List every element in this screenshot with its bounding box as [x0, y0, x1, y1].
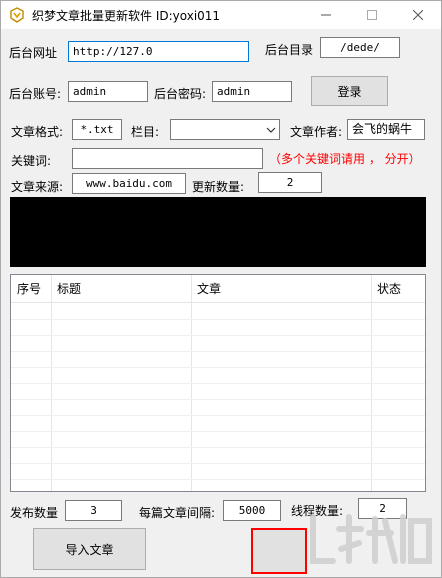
author-label: 文章作者:: [290, 125, 343, 139]
password-label: 后台密码:: [154, 87, 207, 101]
start-button[interactable]: [251, 528, 307, 574]
account-label: 后台账号:: [9, 87, 62, 101]
interval-label: 每篇文章间隔:: [139, 506, 216, 520]
update-count-label: 更新数量:: [192, 180, 245, 194]
source-input[interactable]: www.baidu.com: [72, 173, 186, 194]
grid-line: [11, 399, 425, 400]
title-bar: 织梦文章批量更新软件 ID:yoxi011: [1, 1, 441, 29]
site-url-input[interactable]: http://127.0: [68, 41, 249, 62]
grid-line: [11, 351, 425, 352]
interval-input[interactable]: 5000: [223, 500, 281, 521]
keywords-label: 关键词:: [11, 154, 52, 168]
grid-line: [11, 383, 425, 384]
log-output-area[interactable]: [10, 197, 426, 267]
account-input[interactable]: admin: [68, 81, 148, 102]
format-input[interactable]: *.txt: [72, 119, 122, 140]
close-icon: [413, 10, 423, 20]
grid-line: [11, 431, 425, 432]
grid-line: [11, 367, 425, 368]
column-label: 栏目:: [131, 125, 160, 139]
column-header-title[interactable]: 标题: [51, 275, 191, 303]
maximize-icon: [367, 10, 377, 20]
grid-line: [11, 415, 425, 416]
app-window: 织梦文章批量更新软件 ID:yoxi011 后台网址 http://127.0 …: [0, 0, 442, 578]
update-count-input[interactable]: 2: [258, 172, 322, 193]
threads-input[interactable]: 2: [358, 498, 407, 519]
keywords-input[interactable]: [72, 148, 263, 169]
column-select[interactable]: [170, 119, 280, 140]
app-logo-icon: [9, 7, 25, 23]
minimize-icon: [321, 14, 331, 16]
grid-line: [11, 319, 425, 320]
site-url-label: 后台网址: [9, 46, 58, 60]
column-header-article[interactable]: 文章: [191, 275, 371, 303]
chevron-down-icon: [266, 124, 276, 138]
password-input[interactable]: admin: [212, 81, 292, 102]
minimize-button[interactable]: [303, 1, 349, 29]
grid-line: [11, 335, 425, 336]
format-label: 文章格式:: [11, 125, 64, 139]
grid-line: [11, 447, 425, 448]
import-articles-button[interactable]: 导入文章: [33, 528, 146, 570]
column-header-index[interactable]: 序号: [11, 275, 51, 303]
table-header: 序号 标题 文章 状态: [11, 275, 425, 303]
article-table[interactable]: 序号 标题 文章 状态: [10, 274, 426, 492]
author-input[interactable]: 会飞的蜗牛: [347, 119, 425, 140]
admin-dir-label: 后台目录: [265, 43, 314, 57]
column-header-status[interactable]: 状态: [371, 275, 425, 303]
maximize-button[interactable]: [349, 1, 395, 29]
admin-dir-input[interactable]: /dede/: [320, 37, 400, 58]
grid-line: [11, 479, 425, 480]
window-title: 织梦文章批量更新软件 ID:yoxi011: [32, 9, 221, 23]
login-button[interactable]: 登录: [311, 76, 388, 106]
source-label: 文章来源:: [11, 180, 64, 194]
close-button[interactable]: [395, 1, 441, 29]
publish-count-input[interactable]: 3: [65, 500, 122, 521]
threads-label: 线程数量:: [291, 504, 344, 518]
grid-line: [11, 463, 425, 464]
keywords-hint: （多个关键词请用 ， 分开）: [269, 152, 421, 166]
publish-count-label: 发布数量: [10, 506, 59, 520]
